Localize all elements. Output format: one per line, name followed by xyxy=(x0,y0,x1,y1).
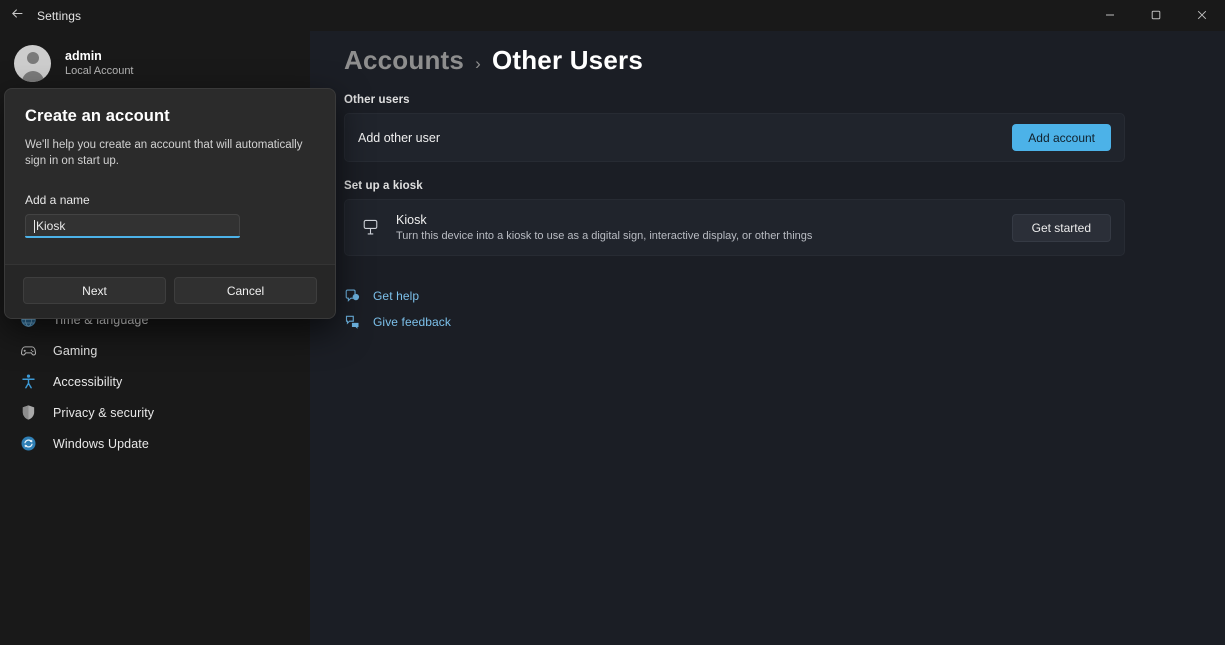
sidebar-item-label: Accessibility xyxy=(53,375,122,389)
sidebar-item-label: Gaming xyxy=(53,344,97,358)
help-link-label: Get help xyxy=(373,289,419,303)
kiosk-subtitle: Turn this device into a kiosk to use as … xyxy=(396,229,1012,244)
kiosk-text: Kiosk Turn this device into a kiosk to u… xyxy=(396,212,1012,244)
add-other-user-title: Add other user xyxy=(358,130,1012,146)
create-account-dialog: Create an account We'll help you create … xyxy=(4,88,336,319)
add-other-user-text: Add other user xyxy=(358,130,1012,146)
account-text: admin Local Account xyxy=(65,49,134,78)
settings-window: Settings admin xyxy=(0,0,1225,645)
back-arrow-icon xyxy=(11,7,24,25)
next-button[interactable]: Next xyxy=(23,277,166,304)
name-input[interactable]: Kiosk xyxy=(25,214,240,238)
sidebar-nav: Time & language Gaming xyxy=(0,304,310,459)
page-title: Other Users xyxy=(492,45,643,76)
user-avatar-icon xyxy=(14,45,51,82)
maximize-icon xyxy=(1151,7,1161,25)
close-icon xyxy=(1197,7,1207,25)
accessibility-person-icon xyxy=(20,373,37,390)
window-controls xyxy=(1087,0,1225,31)
minimize-icon xyxy=(1105,7,1115,25)
gamepad-icon xyxy=(20,342,37,359)
breadcrumb: Accounts › Other Users xyxy=(310,31,1225,76)
sidebar-item-label: Privacy & security xyxy=(53,406,154,420)
add-account-button[interactable]: Add account xyxy=(1012,124,1111,151)
section-label-set-up-kiosk: Set up a kiosk xyxy=(310,180,1225,192)
breadcrumb-separator-icon: › xyxy=(475,54,481,74)
name-input-value: Kiosk xyxy=(36,219,65,233)
add-other-user-row: Add other user Add account xyxy=(344,113,1125,162)
sidebar-item-accessibility[interactable]: Accessibility xyxy=(6,366,304,397)
help-link-label: Give feedback xyxy=(373,315,451,329)
dialog-description: We'll help you create an account that wi… xyxy=(25,137,315,169)
account-type: Local Account xyxy=(65,64,134,78)
get-started-button[interactable]: Get started xyxy=(1012,214,1111,242)
sidebar-item-gaming[interactable]: Gaming xyxy=(6,335,304,366)
account-summary[interactable]: admin Local Account xyxy=(0,31,310,82)
kiosk-row: Kiosk Turn this device into a kiosk to u… xyxy=(344,199,1125,256)
sidebar-item-windows-update[interactable]: Windows Update xyxy=(6,428,304,459)
add-a-name-label: Add a name xyxy=(25,193,315,207)
minimize-button[interactable] xyxy=(1087,0,1133,31)
main-content: Accounts › Other Users Other users Add o… xyxy=(310,31,1225,645)
window-title: Settings xyxy=(37,9,81,23)
help-question-icon xyxy=(344,288,360,304)
kiosk-title: Kiosk xyxy=(396,212,1012,228)
dialog-body: Create an account We'll help you create … xyxy=(5,89,335,264)
account-name: admin xyxy=(65,49,134,64)
update-refresh-icon xyxy=(20,435,37,452)
feedback-icon xyxy=(344,314,360,330)
text-caret-icon xyxy=(34,220,35,233)
breadcrumb-parent[interactable]: Accounts xyxy=(344,45,464,76)
dialog-footer: Next Cancel xyxy=(5,264,335,318)
help-links: Get help Give feedback xyxy=(310,283,1225,334)
back-button[interactable] xyxy=(0,0,34,31)
kiosk-display-icon xyxy=(358,215,383,240)
dialog-title: Create an account xyxy=(25,107,315,126)
close-button[interactable] xyxy=(1179,0,1225,31)
title-bar: Settings xyxy=(0,0,1225,31)
shield-icon xyxy=(20,404,37,421)
sidebar-item-label: Windows Update xyxy=(53,437,149,451)
maximize-button[interactable] xyxy=(1133,0,1179,31)
cancel-button[interactable]: Cancel xyxy=(174,277,317,304)
get-help-link[interactable]: Get help xyxy=(344,283,1225,308)
give-feedback-link[interactable]: Give feedback xyxy=(344,309,1225,334)
sidebar-item-privacy-security[interactable]: Privacy & security xyxy=(6,397,304,428)
section-label-other-users: Other users xyxy=(310,94,1225,106)
